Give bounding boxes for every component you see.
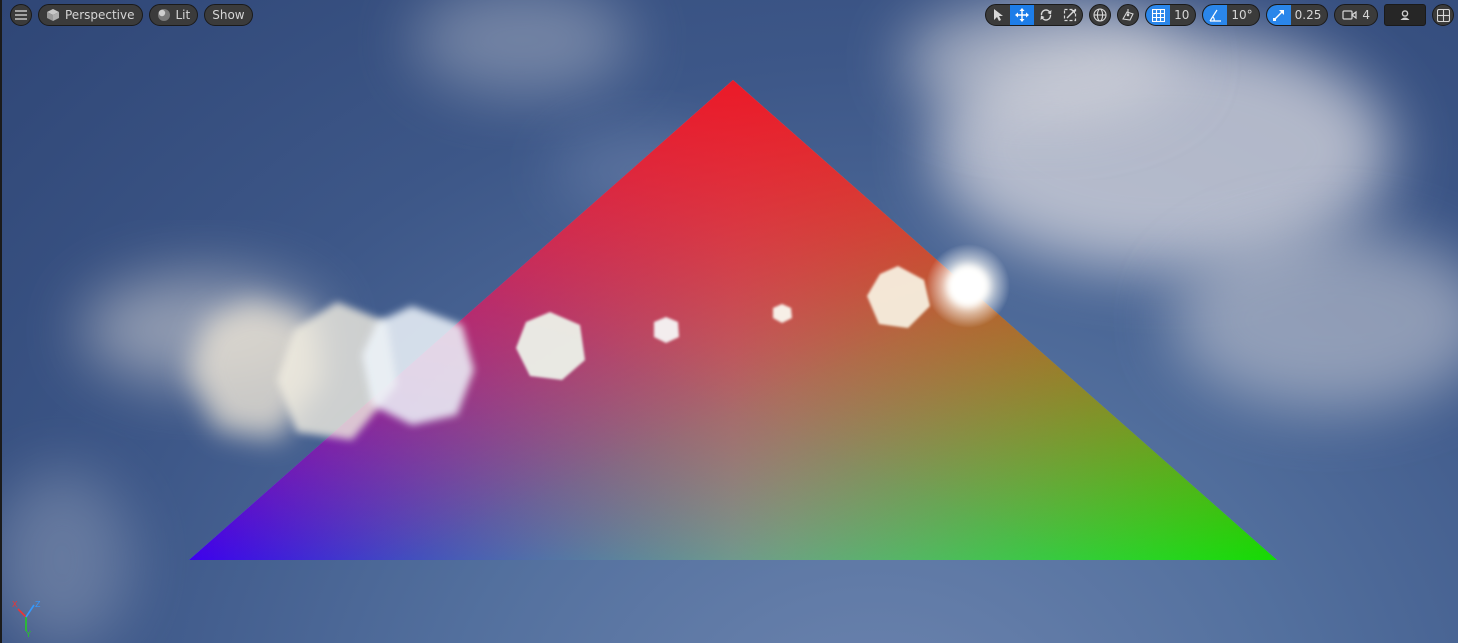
rotation-snap-toggle[interactable] [1203,5,1228,25]
scale-mode-button[interactable] [1058,5,1082,25]
axis-z-label: Z [35,600,41,609]
grid-snap-toggle[interactable] [1146,5,1171,25]
select-mode-button[interactable] [986,5,1010,25]
camera-speed-value: 4 [1362,8,1370,22]
lighting-mode-button[interactable]: Lit [148,4,199,26]
camera-speed-button[interactable]: 4 [1334,4,1378,26]
viewport-layout-button[interactable] [1432,4,1454,26]
transform-tools-group [985,4,1084,26]
scale-snap-value[interactable]: 0.25 [1291,5,1328,25]
angle-icon [1209,9,1222,22]
axis-gizmo: X Y Z [12,600,41,637]
surface-snapping-button[interactable] [1117,4,1140,26]
grid-icon [1151,8,1165,22]
grid-snap-group[interactable]: 10 [1145,4,1197,26]
hamburger-menu-icon [15,10,27,20]
translate-mode-button[interactable] [1010,5,1035,25]
scale-snap-group[interactable]: 0.25 [1265,4,1329,26]
camera-icon [1342,9,1357,21]
show-flags-button[interactable]: Show [204,4,253,26]
viewport-options-button[interactable] [10,4,32,26]
scale-snap-icon [1272,9,1285,22]
scale-icon [1063,8,1077,22]
z-axis-line [25,604,35,618]
rotation-snap-group[interactable]: 10° [1202,4,1260,26]
x-axis-line [17,608,27,618]
layout-grid-icon [1436,8,1450,22]
lighting-mode-label: Lit [175,8,191,22]
view-mode-label: Perspective [65,8,135,22]
cursor-arrow-icon [992,8,1004,22]
axis-x-label: X [12,600,18,609]
level-viewport[interactable]: Perspective Lit Show 10 10° 0.25 4 X Y Z [0,0,1458,643]
pilot-actor-button[interactable] [1384,4,1426,26]
grid-snap-value[interactable]: 10 [1170,5,1195,25]
cube-icon [46,8,60,22]
viewport-toolbar-left: Perspective Lit Show [10,3,253,27]
move-arrows-icon [1015,8,1030,22]
rotate-icon [1039,8,1053,22]
person-icon [1399,10,1411,20]
rotation-snap-value[interactable]: 10° [1227,5,1258,25]
coordinate-system-button[interactable] [1089,4,1112,26]
lit-sphere-icon [157,8,171,22]
globe-icon [1093,8,1107,22]
viewport-toolbar-right: 10 10° 0.25 4 [985,3,1454,27]
view-mode-button[interactable]: Perspective [38,4,143,26]
axis-y-label: Y [25,630,31,637]
rotate-mode-button[interactable] [1034,5,1058,25]
scale-snap-toggle[interactable] [1266,5,1291,25]
show-flags-label: Show [212,8,245,22]
viewport-scene [2,0,1458,643]
surface-snap-icon [1121,8,1135,22]
